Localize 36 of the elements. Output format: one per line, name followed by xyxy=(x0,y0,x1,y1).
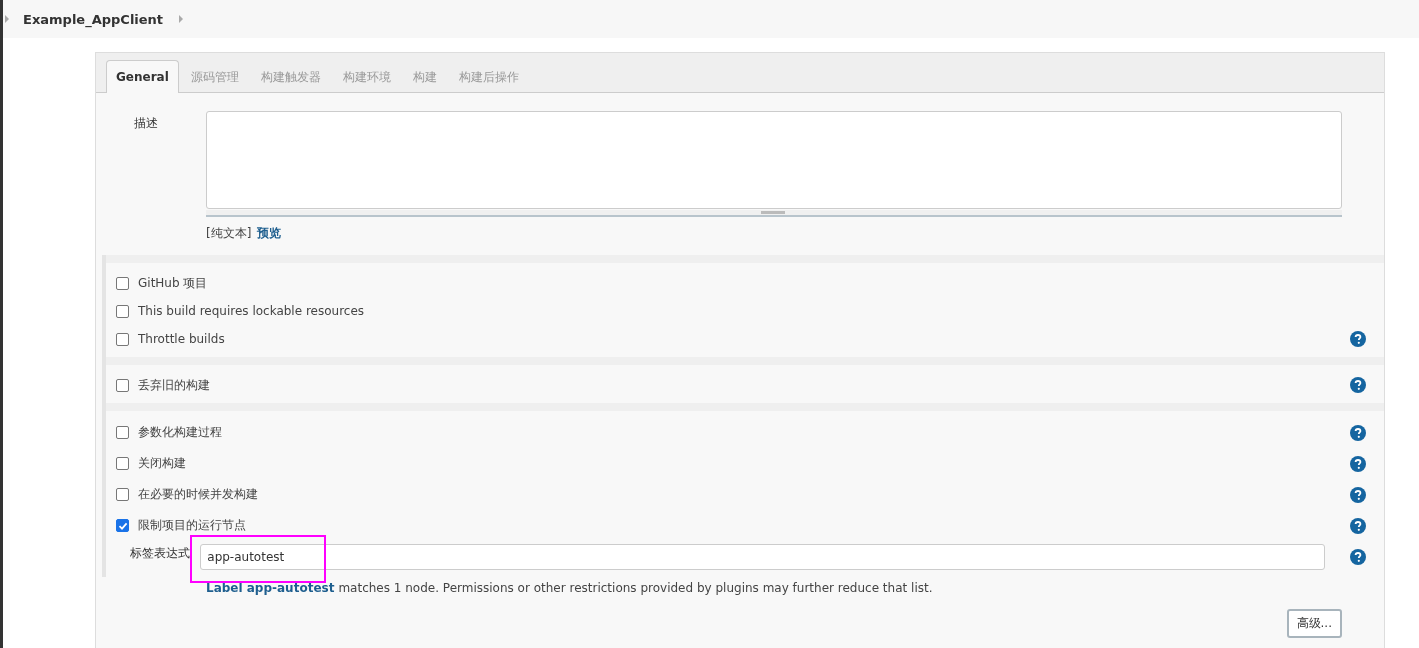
checkbox[interactable] xyxy=(116,426,129,439)
preview-link[interactable]: 预览 xyxy=(257,225,282,242)
checkbox[interactable] xyxy=(116,488,129,501)
option-label: This build requires lockable resources xyxy=(138,304,365,318)
help-icon[interactable] xyxy=(1350,549,1366,565)
checkbox[interactable] xyxy=(116,332,129,346)
option-label: 关闭构建 xyxy=(138,455,186,472)
caret-icon xyxy=(5,15,9,23)
match-message: matches 1 node. Permissions or other restrictions provided by plugins may further reduce that list. xyxy=(338,581,933,595)
description-field[interactable] xyxy=(206,111,1342,209)
help-icon[interactable] xyxy=(1350,486,1366,503)
help-icon[interactable] xyxy=(1350,377,1366,393)
checkbox[interactable] xyxy=(116,304,129,318)
field-label: 标签表达式 xyxy=(129,545,191,562)
option-label: 在必要的时候并发构建 xyxy=(138,486,258,503)
checkbox[interactable] xyxy=(116,457,129,470)
field-label: 描述 xyxy=(133,115,159,132)
help-icon[interactable] xyxy=(1350,517,1366,534)
help-icon[interactable] xyxy=(1350,331,1366,347)
label-link[interactable]: Label app-autotest xyxy=(206,581,335,595)
option-label: 参数化构建过程 xyxy=(138,424,222,441)
option-label: GitHub 项目 xyxy=(138,274,208,292)
help-icon[interactable] xyxy=(1350,455,1366,472)
label-expression-field[interactable]: app-autotest xyxy=(200,544,1325,570)
format-label: [纯文本] xyxy=(206,225,252,242)
help-icon[interactable] xyxy=(1350,424,1366,441)
checkbox[interactable] xyxy=(116,276,129,290)
option-label: Throttle builds xyxy=(138,332,225,346)
checkbox[interactable] xyxy=(116,378,129,392)
resize-handle[interactable] xyxy=(206,210,1342,217)
option-label: 丢弃旧的构建 xyxy=(138,376,210,394)
advanced-button[interactable]: 高级... xyxy=(1286,609,1342,638)
job-title-link[interactable]: Example_AppClient xyxy=(23,11,164,27)
checkbox[interactable] xyxy=(116,519,129,532)
option-label: 限制项目的运行节点 xyxy=(138,517,246,534)
tab[interactable]: General xyxy=(106,60,179,93)
